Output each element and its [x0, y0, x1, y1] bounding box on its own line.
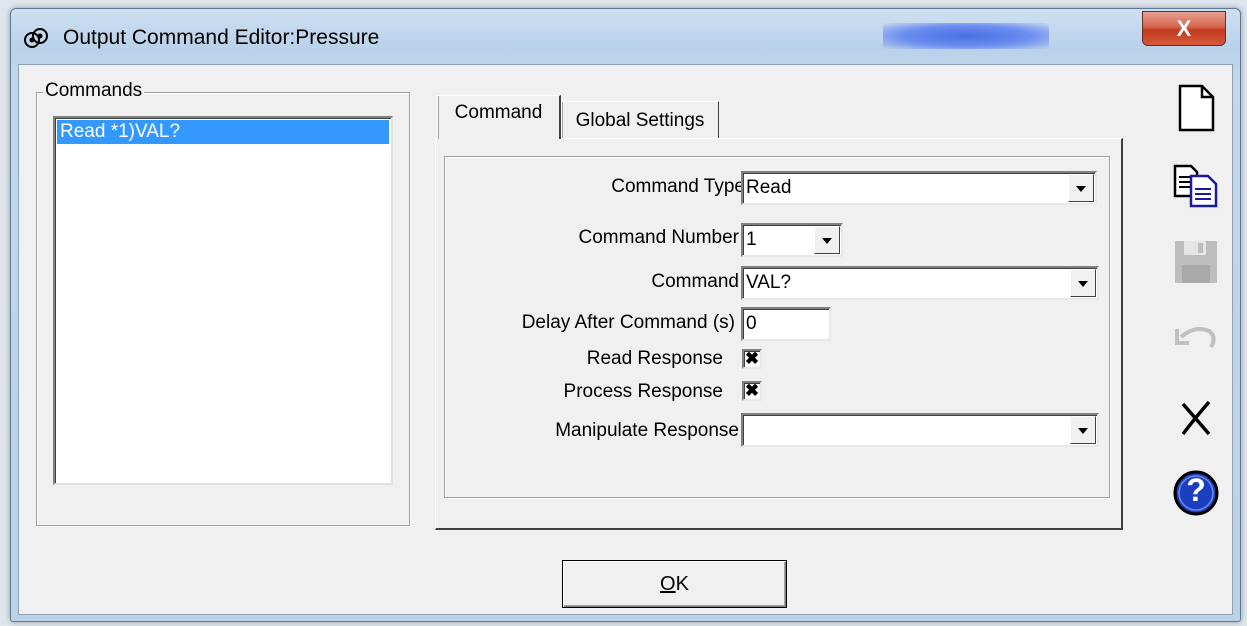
dialog-client-area: Read *1)VAL? Commands Command Global Set… [18, 64, 1233, 615]
command-label: Command [651, 271, 739, 292]
command-type-value: Read [746, 177, 792, 198]
commands-groupbox: Read *1)VAL? [36, 92, 410, 526]
title-bar[interactable]: Output Command Editor:Pressure X [11, 9, 1240, 64]
command-type-label: Command Type [611, 176, 745, 197]
undo-icon[interactable] [1171, 315, 1221, 365]
process-response-checkbox[interactable]: ✖ [742, 381, 762, 401]
save-icon[interactable] [1171, 237, 1221, 287]
chevron-down-icon[interactable] [1070, 416, 1096, 444]
process-response-label: Process Response [563, 381, 723, 402]
delay-input[interactable]: 0 [741, 307, 831, 341]
manipulate-response-select[interactable] [741, 413, 1099, 447]
chevron-down-icon[interactable] [814, 226, 840, 254]
new-document-icon[interactable] [1171, 83, 1221, 133]
command-number-select[interactable]: 1 [741, 223, 843, 257]
app-icon [24, 28, 48, 48]
command-settings-frame: Command Type Read Command Number 1 Comma… [444, 156, 1110, 498]
help-icon[interactable]: ? [1171, 468, 1221, 518]
close-button[interactable]: X [1142, 11, 1226, 46]
delay-label: Delay After Command (s) [521, 312, 735, 333]
window-title: Output Command Editor:Pressure [63, 26, 380, 49]
help-glyph: ? [1186, 472, 1206, 508]
chevron-down-icon[interactable] [1068, 174, 1094, 202]
command-select[interactable]: VAL? [741, 266, 1099, 300]
ok-button[interactable]: OK [562, 560, 787, 608]
ok-button-mnemonic: O [660, 573, 676, 595]
copy-icon[interactable] [1171, 160, 1221, 210]
delete-icon[interactable] [1171, 392, 1221, 442]
dialog-window: Output Command Editor:Pressure X Read *1… [10, 8, 1241, 622]
command-list-item[interactable]: Read *1)VAL? [57, 120, 389, 144]
command-number-value: 1 [746, 229, 757, 250]
command-number-label: Command Number [578, 227, 740, 248]
commands-group-label: Commands [43, 80, 145, 102]
command-value: VAL? [746, 272, 792, 293]
read-response-checkbox[interactable]: ✖ [742, 349, 762, 369]
commands-listbox[interactable]: Read *1)VAL? [53, 116, 393, 485]
command-type-select[interactable]: Read [741, 171, 1097, 205]
read-response-label: Read Response [586, 348, 723, 369]
chevron-down-icon[interactable] [1070, 269, 1096, 297]
title-bar-highlight [883, 23, 1049, 49]
tab-global-settings[interactable]: Global Settings [561, 101, 719, 139]
ok-button-label: K [675, 573, 689, 595]
manipulate-response-label: Manipulate Response [555, 420, 739, 441]
tab-command[interactable]: Command [437, 95, 561, 139]
command-tab-panel: Command Type Read Command Number 1 Comma… [435, 138, 1123, 530]
